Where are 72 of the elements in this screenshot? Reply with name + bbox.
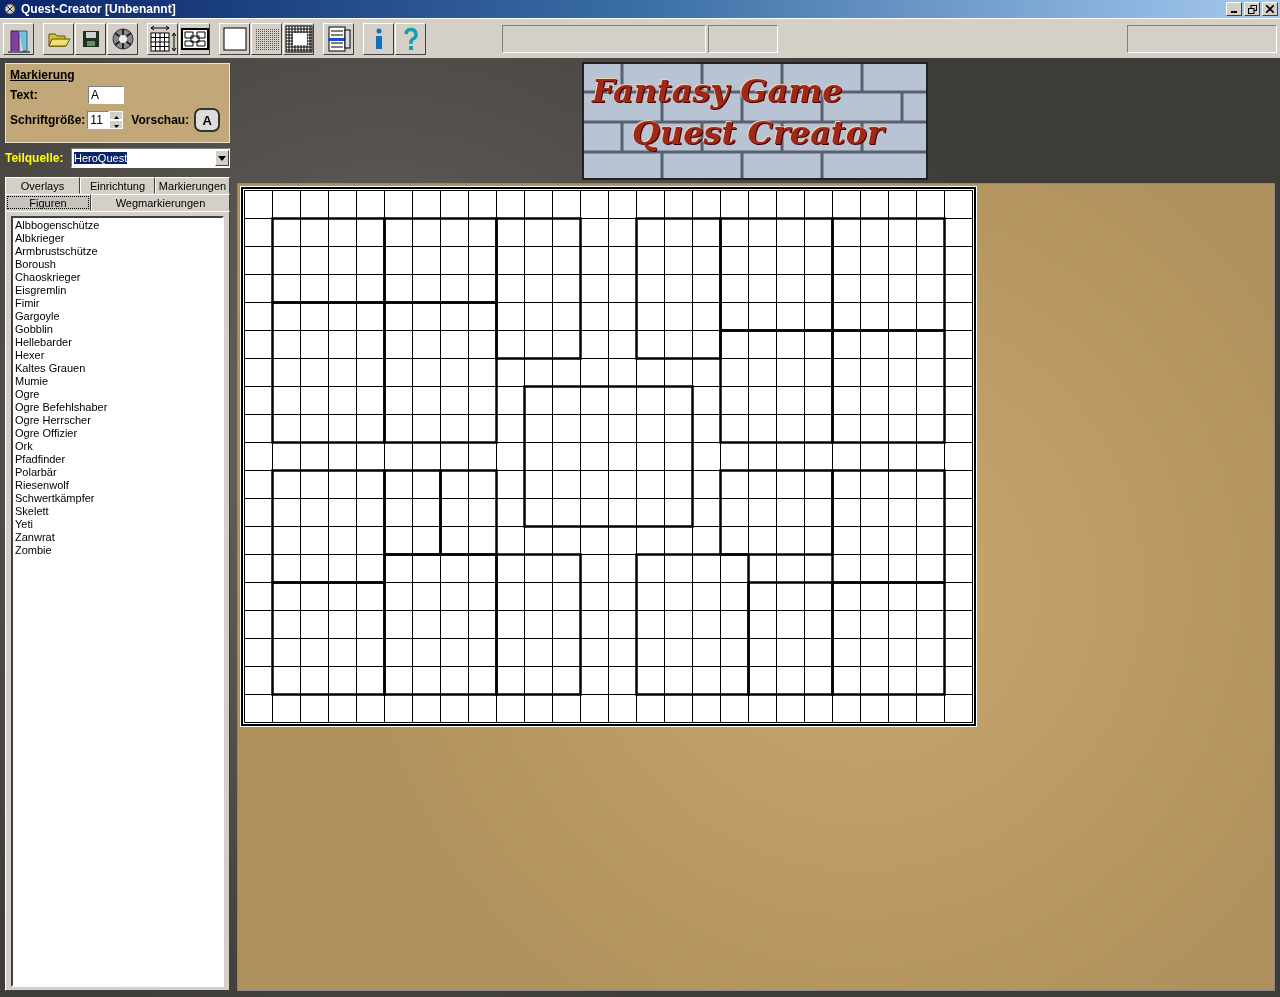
tab[interactable]: Einrichtung	[80, 177, 155, 194]
list-item[interactable]: Riesenwolf	[15, 479, 220, 492]
list-item[interactable]: Ogre Herrscher	[15, 414, 220, 427]
list-item[interactable]: Zombie	[15, 544, 220, 557]
emblem-icon	[110, 26, 135, 51]
tab[interactable]: Markierungen	[155, 177, 230, 194]
close-button[interactable]	[1262, 2, 1278, 16]
list-item[interactable]: Albkrieger	[15, 232, 220, 245]
text-label: Text:	[10, 88, 39, 102]
source-label: Teilquelle:	[5, 151, 65, 165]
up-arrow-icon	[113, 116, 119, 119]
list-item[interactable]: Schwertkämpfer	[15, 492, 220, 505]
list-item[interactable]: Ogre Offizier	[15, 427, 220, 440]
list-item[interactable]: Chaoskrieger	[15, 271, 220, 284]
tab[interactable]: Figuren	[5, 194, 91, 211]
list-item[interactable]: Hellebarder	[15, 336, 220, 349]
logo-text: Fantasy Game	[592, 72, 843, 110]
tab[interactable]: Overlays	[5, 177, 80, 194]
status-panel	[708, 24, 778, 53]
caret-icon	[218, 155, 226, 161]
list-item[interactable]: Zanwrat	[15, 531, 220, 544]
room-layout-button[interactable]	[179, 22, 210, 55]
grid-size-button[interactable]	[147, 22, 178, 55]
window-title: Quest-Creator [Unbenannt]	[21, 2, 177, 16]
list-item[interactable]: Boroush	[15, 258, 220, 271]
save-disk-button[interactable]	[75, 22, 106, 55]
list-item[interactable]: Eisgremlin	[15, 284, 220, 297]
preview-label: Vorschau:	[131, 113, 190, 127]
list-item[interactable]: Yeti	[15, 518, 220, 531]
app-icon	[3, 2, 17, 16]
font-size-label: Schriftgröße:	[10, 113, 86, 127]
list-item[interactable]: Albbogenschütze	[15, 219, 220, 232]
list-panel-button[interactable]	[323, 22, 354, 55]
blank-tile-button[interactable]	[219, 22, 250, 55]
list-item[interactable]: Armbrustschütze	[15, 245, 220, 258]
list-item[interactable]: Kaltes Grauen	[15, 362, 220, 375]
help-icon	[402, 26, 419, 51]
grid-border-icon	[284, 24, 313, 53]
minimize-button[interactable]	[1226, 2, 1242, 16]
blank-square-icon	[222, 26, 247, 51]
list-item[interactable]: Polarbär	[15, 466, 220, 479]
list-icon	[326, 25, 351, 52]
logo-text: Quest Creator	[632, 114, 884, 152]
dotted-square-icon	[253, 26, 280, 51]
list-item[interactable]: Hexer	[15, 349, 220, 362]
list-item[interactable]: Mumie	[15, 375, 220, 388]
exit-door-button[interactable]	[3, 22, 34, 55]
grid-resize-icon	[148, 24, 177, 53]
info-button[interactable]	[363, 22, 394, 55]
list-item[interactable]: Fimir	[15, 297, 220, 310]
list-item[interactable]: Gobblin	[15, 323, 220, 336]
help-button[interactable]	[395, 22, 426, 55]
restore-icon	[1247, 4, 1257, 14]
preview-button[interactable]: A	[194, 108, 221, 132]
restore-button[interactable]	[1244, 2, 1260, 16]
panel-title: Markierung	[10, 68, 75, 82]
tab[interactable]: Wegmarkierungen	[91, 194, 230, 211]
source-dropdown[interactable]: HeroQuest	[71, 148, 230, 168]
list-item[interactable]: Ogre	[15, 388, 220, 401]
grid-border-button[interactable]	[283, 22, 314, 55]
down-arrow-icon	[113, 125, 119, 128]
emblem-button[interactable]	[107, 22, 138, 55]
list-item[interactable]: Pfadfinder	[15, 453, 220, 466]
list-item[interactable]: Ogre Befehlshaber	[15, 401, 220, 414]
room-layout-icon	[180, 26, 209, 51]
list-item[interactable]: Ork	[15, 440, 220, 453]
list-item[interactable]: Gargoyle	[15, 310, 220, 323]
dotted-tile-button[interactable]	[251, 22, 282, 55]
close-icon	[1266, 5, 1274, 13]
list-item[interactable]: Skelett	[15, 505, 220, 518]
open-folder-button[interactable]	[43, 22, 74, 55]
text-field[interactable]: A	[88, 86, 124, 104]
